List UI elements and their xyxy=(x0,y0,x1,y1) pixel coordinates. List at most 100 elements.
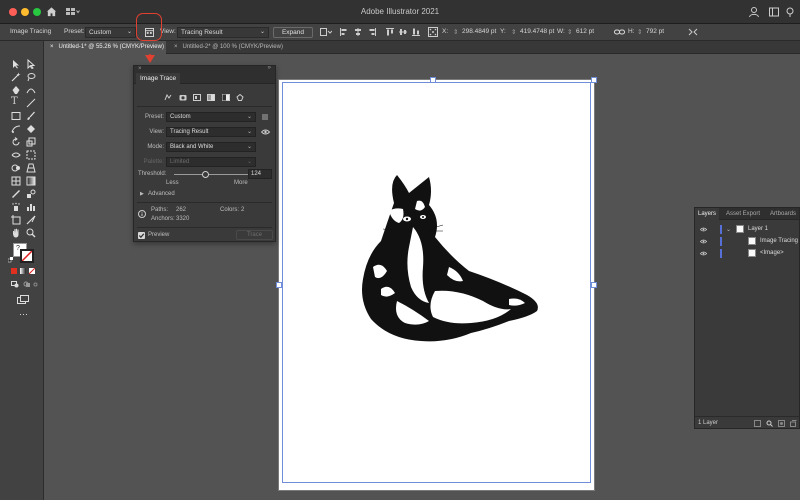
visibility-eye-icon[interactable] xyxy=(700,239,707,244)
symbol-sprayer-tool-icon[interactable] xyxy=(11,202,21,212)
selection-handle[interactable] xyxy=(430,77,436,83)
tab-image-trace[interactable]: Image Trace xyxy=(136,73,181,84)
x-field[interactable]: 298.4849 pt xyxy=(462,28,496,35)
search-icon[interactable] xyxy=(784,6,796,18)
preset-select[interactable]: Custom ⌄ xyxy=(85,27,136,38)
threshold-input[interactable]: 124 xyxy=(248,169,272,179)
blend-tool-icon[interactable] xyxy=(26,189,36,199)
low-color-icon[interactable] xyxy=(193,94,201,101)
panel-grip[interactable]: × » xyxy=(134,65,275,73)
w-stepper-icon[interactable]: ⇕ xyxy=(567,28,572,36)
line-segment-tool-icon[interactable] xyxy=(26,98,36,108)
tab-untitled-2[interactable]: × Untitled-2* @ 100 % (CMYK/Preview) xyxy=(168,41,289,54)
eyedropper-tool-icon[interactable] xyxy=(11,189,21,199)
pen-tool-icon[interactable] xyxy=(11,85,21,95)
preview-checkbox[interactable] xyxy=(138,232,145,239)
collapse-panel-icon[interactable]: » xyxy=(268,65,271,71)
tab-asset-export[interactable]: Asset Export xyxy=(723,208,763,220)
selection-handle[interactable] xyxy=(591,77,597,83)
mode-select[interactable]: Black and White ⌄ xyxy=(166,142,256,152)
black-and-white-icon[interactable] xyxy=(222,94,230,101)
zoom-tool-icon[interactable] xyxy=(26,228,36,238)
close-panel-icon[interactable]: × xyxy=(138,66,142,72)
tab-layers[interactable]: Layers xyxy=(695,208,720,220)
high-color-icon[interactable] xyxy=(179,94,187,101)
layer-name[interactable]: Layer 1 xyxy=(748,226,768,232)
threshold-slider-thumb[interactable] xyxy=(202,171,209,178)
advanced-toggle[interactable]: Advanced xyxy=(148,191,175,197)
artboard-tool-icon[interactable] xyxy=(11,215,21,225)
hand-tool-icon[interactable] xyxy=(11,228,21,238)
x-stepper-icon[interactable]: ⇕ xyxy=(453,28,458,36)
grayscale-icon[interactable] xyxy=(207,94,215,101)
curvature-tool-icon[interactable] xyxy=(26,85,36,95)
reference-point-icon[interactable] xyxy=(428,27,438,37)
h-stepper-icon[interactable]: ⇕ xyxy=(637,28,642,36)
align-right-icon[interactable] xyxy=(368,28,376,36)
magic-wand-tool-icon[interactable] xyxy=(11,72,21,82)
direct-selection-tool-icon[interactable] xyxy=(26,59,36,69)
type-tool-icon[interactable]: T xyxy=(11,97,21,107)
view-select[interactable]: Tracing Result ⌄ xyxy=(177,27,269,38)
close-tab-icon[interactable]: × xyxy=(174,44,178,50)
selection-handle[interactable] xyxy=(591,282,597,288)
screen-mode-icon[interactable] xyxy=(17,295,29,304)
tab-untitled-1[interactable]: × Untitled-1* @ 55.26 % (CMYK/Preview) xyxy=(44,41,166,54)
layer-name[interactable]: <Image> xyxy=(760,250,784,256)
artboard[interactable] xyxy=(276,77,597,491)
close-tab-icon[interactable]: × xyxy=(50,44,54,50)
align-horizontal-center-icon[interactable] xyxy=(354,28,362,36)
selection-handle[interactable] xyxy=(276,282,282,288)
user-icon[interactable] xyxy=(748,6,760,18)
h-field[interactable]: 792 pt xyxy=(646,28,664,35)
none-mode-icon[interactable] xyxy=(29,268,35,274)
layer-row[interactable]: ⌄ Layer 1 xyxy=(695,224,800,235)
visibility-eye-icon[interactable] xyxy=(700,227,707,232)
rectangle-tool-icon[interactable] xyxy=(11,111,21,121)
mesh-tool-icon[interactable] xyxy=(11,176,21,186)
locate-object-icon[interactable] xyxy=(766,420,773,427)
w-field[interactable]: 612 pt xyxy=(576,28,594,35)
make-clipping-mask-icon[interactable] xyxy=(778,420,785,427)
paintbrush-tool-icon[interactable] xyxy=(26,111,36,121)
draw-behind-icon[interactable] xyxy=(23,281,31,288)
shape-builder-tool-icon[interactable] xyxy=(11,163,21,173)
visibility-eye-icon[interactable] xyxy=(700,251,707,256)
threshold-slider-track[interactable] xyxy=(174,174,251,175)
auto-color-icon[interactable] xyxy=(164,94,172,101)
gradient-mode-icon[interactable] xyxy=(20,268,26,274)
perspective-grid-tool-icon[interactable] xyxy=(26,163,36,173)
new-sublayer-icon[interactable] xyxy=(790,420,797,427)
preset-menu-icon[interactable] xyxy=(261,114,269,120)
free-transform-tool-icon[interactable] xyxy=(26,150,36,160)
selection-tool-icon[interactable] xyxy=(11,59,21,69)
transform-icon[interactable] xyxy=(688,28,698,36)
width-tool-icon[interactable] xyxy=(11,150,21,160)
eraser-tool-icon[interactable] xyxy=(26,124,36,134)
default-fill-stroke-icon[interactable] xyxy=(8,257,14,263)
align-left-icon[interactable] xyxy=(340,28,348,36)
column-graph-tool-icon[interactable] xyxy=(26,202,36,212)
preset-select[interactable]: Custom ⌄ xyxy=(166,112,256,122)
draw-inside-icon[interactable] xyxy=(33,281,38,288)
align-bottom-icon[interactable] xyxy=(412,28,420,36)
constrain-proportions-icon[interactable] xyxy=(614,28,625,36)
expand-chevron-icon[interactable]: ⌄ xyxy=(726,226,731,233)
view-select[interactable]: Tracing Result ⌄ xyxy=(166,127,256,137)
arrange-documents-icon[interactable] xyxy=(768,6,780,18)
more-tools-icon[interactable]: ⋯ xyxy=(19,309,29,320)
recolor-artwork-icon[interactable] xyxy=(320,28,332,36)
align-top-icon[interactable] xyxy=(386,28,394,36)
shaper-tool-icon[interactable] xyxy=(11,124,21,134)
align-vertical-center-icon[interactable] xyxy=(399,28,407,36)
outline-icon[interactable] xyxy=(236,94,244,101)
tab-artboards[interactable]: Artboards xyxy=(767,208,799,220)
eye-icon[interactable] xyxy=(261,129,270,135)
expand-button[interactable]: Expand xyxy=(273,27,313,38)
layer-name[interactable]: Image Tracing xyxy=(760,238,798,244)
color-mode-icon[interactable] xyxy=(11,268,17,274)
stroke-swatch[interactable] xyxy=(20,249,34,263)
traced-cat-image[interactable] xyxy=(359,171,549,347)
layer-row[interactable]: <Image> xyxy=(695,248,800,259)
trace-button[interactable]: Trace xyxy=(236,230,273,240)
